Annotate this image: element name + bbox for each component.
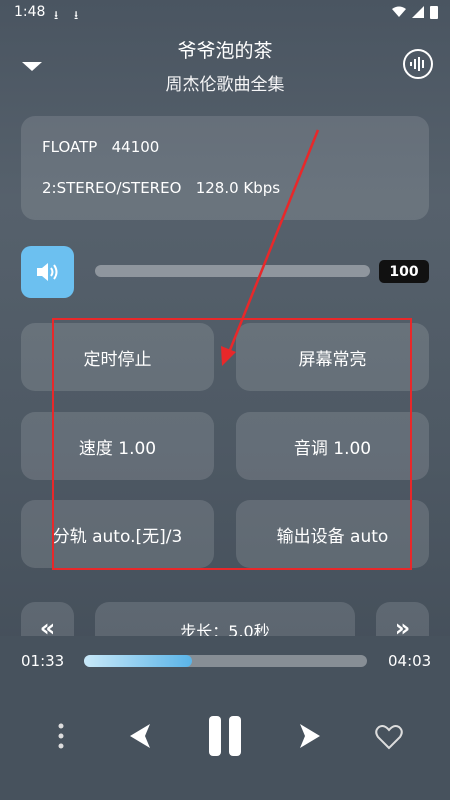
pause-button[interactable] <box>208 716 242 760</box>
previous-icon <box>130 724 150 748</box>
more-vertical-icon <box>58 723 64 749</box>
seek-progress-fill <box>84 655 192 667</box>
elapsed-time: 01:33 <box>21 652 65 670</box>
heart-icon <box>375 725 403 750</box>
more-button[interactable] <box>54 723 68 753</box>
previous-button[interactable] <box>128 723 152 753</box>
next-button[interactable] <box>298 723 322 753</box>
pause-icon <box>209 716 241 756</box>
favorite-button[interactable] <box>375 724 403 754</box>
total-time: 04:03 <box>388 652 432 670</box>
seek-bar[interactable] <box>84 655 367 667</box>
next-icon <box>300 724 320 748</box>
